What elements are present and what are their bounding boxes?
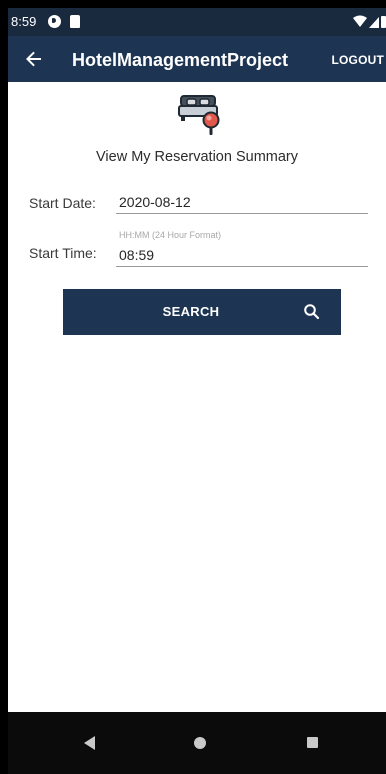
app-title: HotelManagementProject	[72, 50, 289, 70]
magnifier-icon	[303, 303, 321, 321]
wifi-icon	[353, 15, 367, 27]
nav-back-button[interactable]	[84, 736, 96, 750]
start-date-field[interactable]: 2020-08-12	[119, 194, 191, 210]
start-date-label: Start Date:	[29, 195, 96, 211]
status-bar: 8:59	[8, 8, 386, 36]
sd-card-icon	[70, 15, 80, 28]
app-bar: HotelManagementProject LOGOUT	[8, 36, 386, 82]
start-time-hint: HH:MM (24 Hour Format)	[119, 230, 222, 240]
start-date-underline	[116, 213, 368, 214]
start-time-field[interactable]: 08:59	[119, 247, 154, 263]
start-time-label: Start Time:	[29, 245, 97, 261]
battery-icon	[381, 16, 386, 28]
nav-home-button[interactable]	[194, 737, 206, 749]
logout-button[interactable]: LOGOUT	[331, 53, 384, 67]
app-screen: 8:59 HotelManagementProject LOGOUT View …	[8, 8, 386, 774]
notification-p-icon	[48, 15, 61, 28]
system-nav-bar	[8, 712, 386, 774]
triangle-back-icon	[84, 736, 95, 750]
search-button-label: SEARCH	[162, 304, 220, 319]
back-button[interactable]	[22, 47, 46, 71]
nav-recents-button[interactable]	[307, 737, 318, 748]
signal-icon	[369, 17, 379, 28]
search-button[interactable]: SEARCH	[63, 289, 341, 335]
status-indicators	[352, 14, 386, 30]
page-title: View My Reservation Summary	[96, 149, 298, 165]
status-time: 8:59	[11, 14, 37, 29]
arrow-left-icon	[26, 51, 41, 67]
bed-search-icon	[178, 90, 224, 136]
start-time-underline	[116, 266, 368, 267]
